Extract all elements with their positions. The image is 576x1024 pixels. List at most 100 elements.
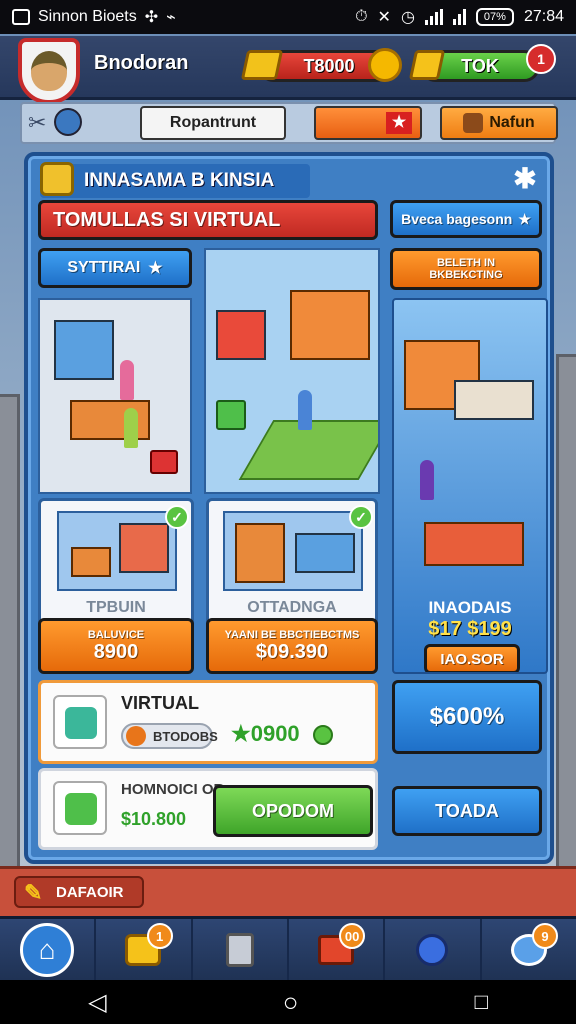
- display-case: [295, 533, 355, 573]
- card-1-image: [57, 511, 177, 591]
- stall: [235, 523, 285, 583]
- clock-icon: ◷: [400, 9, 415, 26]
- nav-staff[interactable]: [193, 919, 289, 980]
- gold-bar-icon: [240, 50, 284, 80]
- bomb-icon: [416, 933, 449, 966]
- wifi-icon: [452, 9, 466, 25]
- browse-label: Bveca bagesonn: [401, 211, 513, 227]
- row-2-button[interactable]: OPODOM: [213, 785, 373, 837]
- player-avatar[interactable]: [18, 38, 80, 104]
- right-card-price: $17 $199: [428, 618, 512, 640]
- list-item[interactable]: HOMNOICI OR $10.800 OPODOM: [38, 768, 378, 850]
- staff-figure: [124, 408, 138, 448]
- awning-stall: [216, 310, 266, 360]
- market-stall: [290, 290, 370, 360]
- check-icon: ✓: [349, 505, 373, 529]
- right-card-label: INAODAIS: [428, 598, 512, 617]
- currency-value: T8000: [303, 55, 355, 76]
- settings-icon[interactable]: ✂: [28, 110, 46, 136]
- gallery-icon: [12, 9, 30, 25]
- bottom-nav: ⌂ 1 00 9: [0, 916, 576, 980]
- action-button[interactable]: Nafun: [440, 106, 558, 140]
- nav-shop[interactable]: 00: [289, 919, 386, 980]
- card-1-buy-button[interactable]: BALUVICE 8900: [38, 618, 194, 674]
- vendor-figure: [420, 460, 434, 500]
- bottom-button[interactable]: TOADA: [392, 786, 542, 836]
- nav-boost[interactable]: [385, 919, 482, 980]
- mute-icon: ✕: [377, 9, 391, 26]
- luggage-icon: [65, 707, 97, 739]
- carrier-text: Sinnon Bioets: [38, 8, 137, 25]
- gem-icon: [408, 50, 446, 80]
- fridge: [119, 523, 169, 573]
- side-button[interactable]: BELETH IN BKBEKCTING: [390, 248, 542, 290]
- fan-icon: ✣: [144, 9, 159, 26]
- battery-indicator: 07%: [475, 8, 514, 26]
- status-time: 27:84: [523, 8, 564, 25]
- shopper-figure: [298, 390, 312, 430]
- alarm-icon: ⏱: [355, 8, 368, 25]
- avatar-face: [31, 51, 67, 91]
- coin-stack-icon: [40, 162, 74, 196]
- card-2-buy-button[interactable]: YAANI BE BBCTIEBCTMS $09.390: [206, 618, 378, 674]
- nav-tasks-badge: 1: [146, 923, 173, 949]
- browse-button[interactable]: Bveca bagesonn ★: [390, 200, 542, 238]
- profile-icon[interactable]: [54, 108, 82, 136]
- tab-systems-label: SYTTIRAI: [67, 259, 141, 276]
- premium-label: TOK: [461, 55, 499, 76]
- close-icon[interactable]: ✱: [510, 164, 540, 194]
- road-right: [556, 354, 576, 914]
- shop-button[interactable]: ★: [314, 106, 422, 140]
- orange-dot-icon: [126, 726, 146, 746]
- home-icon: ⌂: [20, 922, 75, 977]
- coin-icon: [368, 48, 402, 82]
- store-scene-right[interactable]: INAODAIS $17 $199 IAO.SOR: [392, 298, 548, 674]
- star-icon: ★: [386, 112, 412, 134]
- game-icon: ⌁: [166, 9, 176, 26]
- signal-icon: [424, 9, 443, 25]
- nav-shop-badge: 00: [338, 923, 366, 949]
- row-1-pill: BTODOBS: [121, 723, 218, 749]
- apron-icon: [225, 932, 254, 967]
- big-value-button[interactable]: $600%: [392, 680, 542, 754]
- road-left: [0, 394, 20, 914]
- business-panel: INNASAMA B KINSIA ✱ TOMULLAS SI VIRTUAL …: [24, 152, 554, 864]
- checkout-counter: [424, 522, 524, 566]
- system-nav-bar: ◁ ○ □: [0, 980, 576, 1024]
- row-2-title: HOMNOICI OR: [121, 781, 225, 798]
- home-circle-icon[interactable]: ○: [283, 987, 299, 1018]
- star-icon: ★: [518, 210, 531, 227]
- tab-systems[interactable]: SYTTIRAI ★: [38, 248, 192, 288]
- row-1-value: ★0900: [231, 721, 300, 746]
- player-name: Bnodoran: [94, 52, 189, 74]
- nav-tasks[interactable]: 1: [96, 919, 193, 980]
- shelf: [54, 320, 114, 380]
- list-item[interactable]: VIRTUAL BTODOBS ★0900: [38, 680, 378, 764]
- location-button[interactable]: Ropantrunt: [140, 106, 286, 140]
- bag-icon: [463, 113, 484, 133]
- action-label: Nafun: [489, 114, 535, 131]
- store-scene-left[interactable]: [38, 298, 192, 494]
- cart-icon: [150, 450, 178, 474]
- star-icon: ★: [148, 260, 163, 277]
- desk: [71, 547, 111, 577]
- card-1-badge: BALUVICE: [87, 628, 145, 641]
- nav-home[interactable]: ⌂: [0, 919, 97, 980]
- notification-badge[interactable]: 1: [526, 44, 556, 74]
- card-2-label: OTTADNGA: [247, 599, 337, 616]
- nav-social[interactable]: 9: [482, 919, 576, 980]
- recents-icon[interactable]: □: [475, 989, 488, 1015]
- nav-social-badge: 9: [531, 923, 558, 949]
- green-dot-icon: [313, 725, 333, 745]
- right-card-button[interactable]: IAO.SOR: [424, 644, 520, 672]
- store-scene-center[interactable]: [204, 248, 380, 494]
- row-1-pill-label: BTODOBS: [153, 728, 218, 744]
- back-icon[interactable]: ◁: [88, 988, 106, 1017]
- counter: [70, 400, 150, 440]
- card-1-price: 8900: [93, 640, 139, 663]
- worker-icon: [65, 793, 97, 825]
- row-1-thumb: [53, 695, 107, 749]
- footer-tag[interactable]: ✎ DAFAOIR: [14, 876, 144, 908]
- card-2-price: $09.390: [255, 640, 329, 663]
- check-icon: ✓: [165, 505, 189, 529]
